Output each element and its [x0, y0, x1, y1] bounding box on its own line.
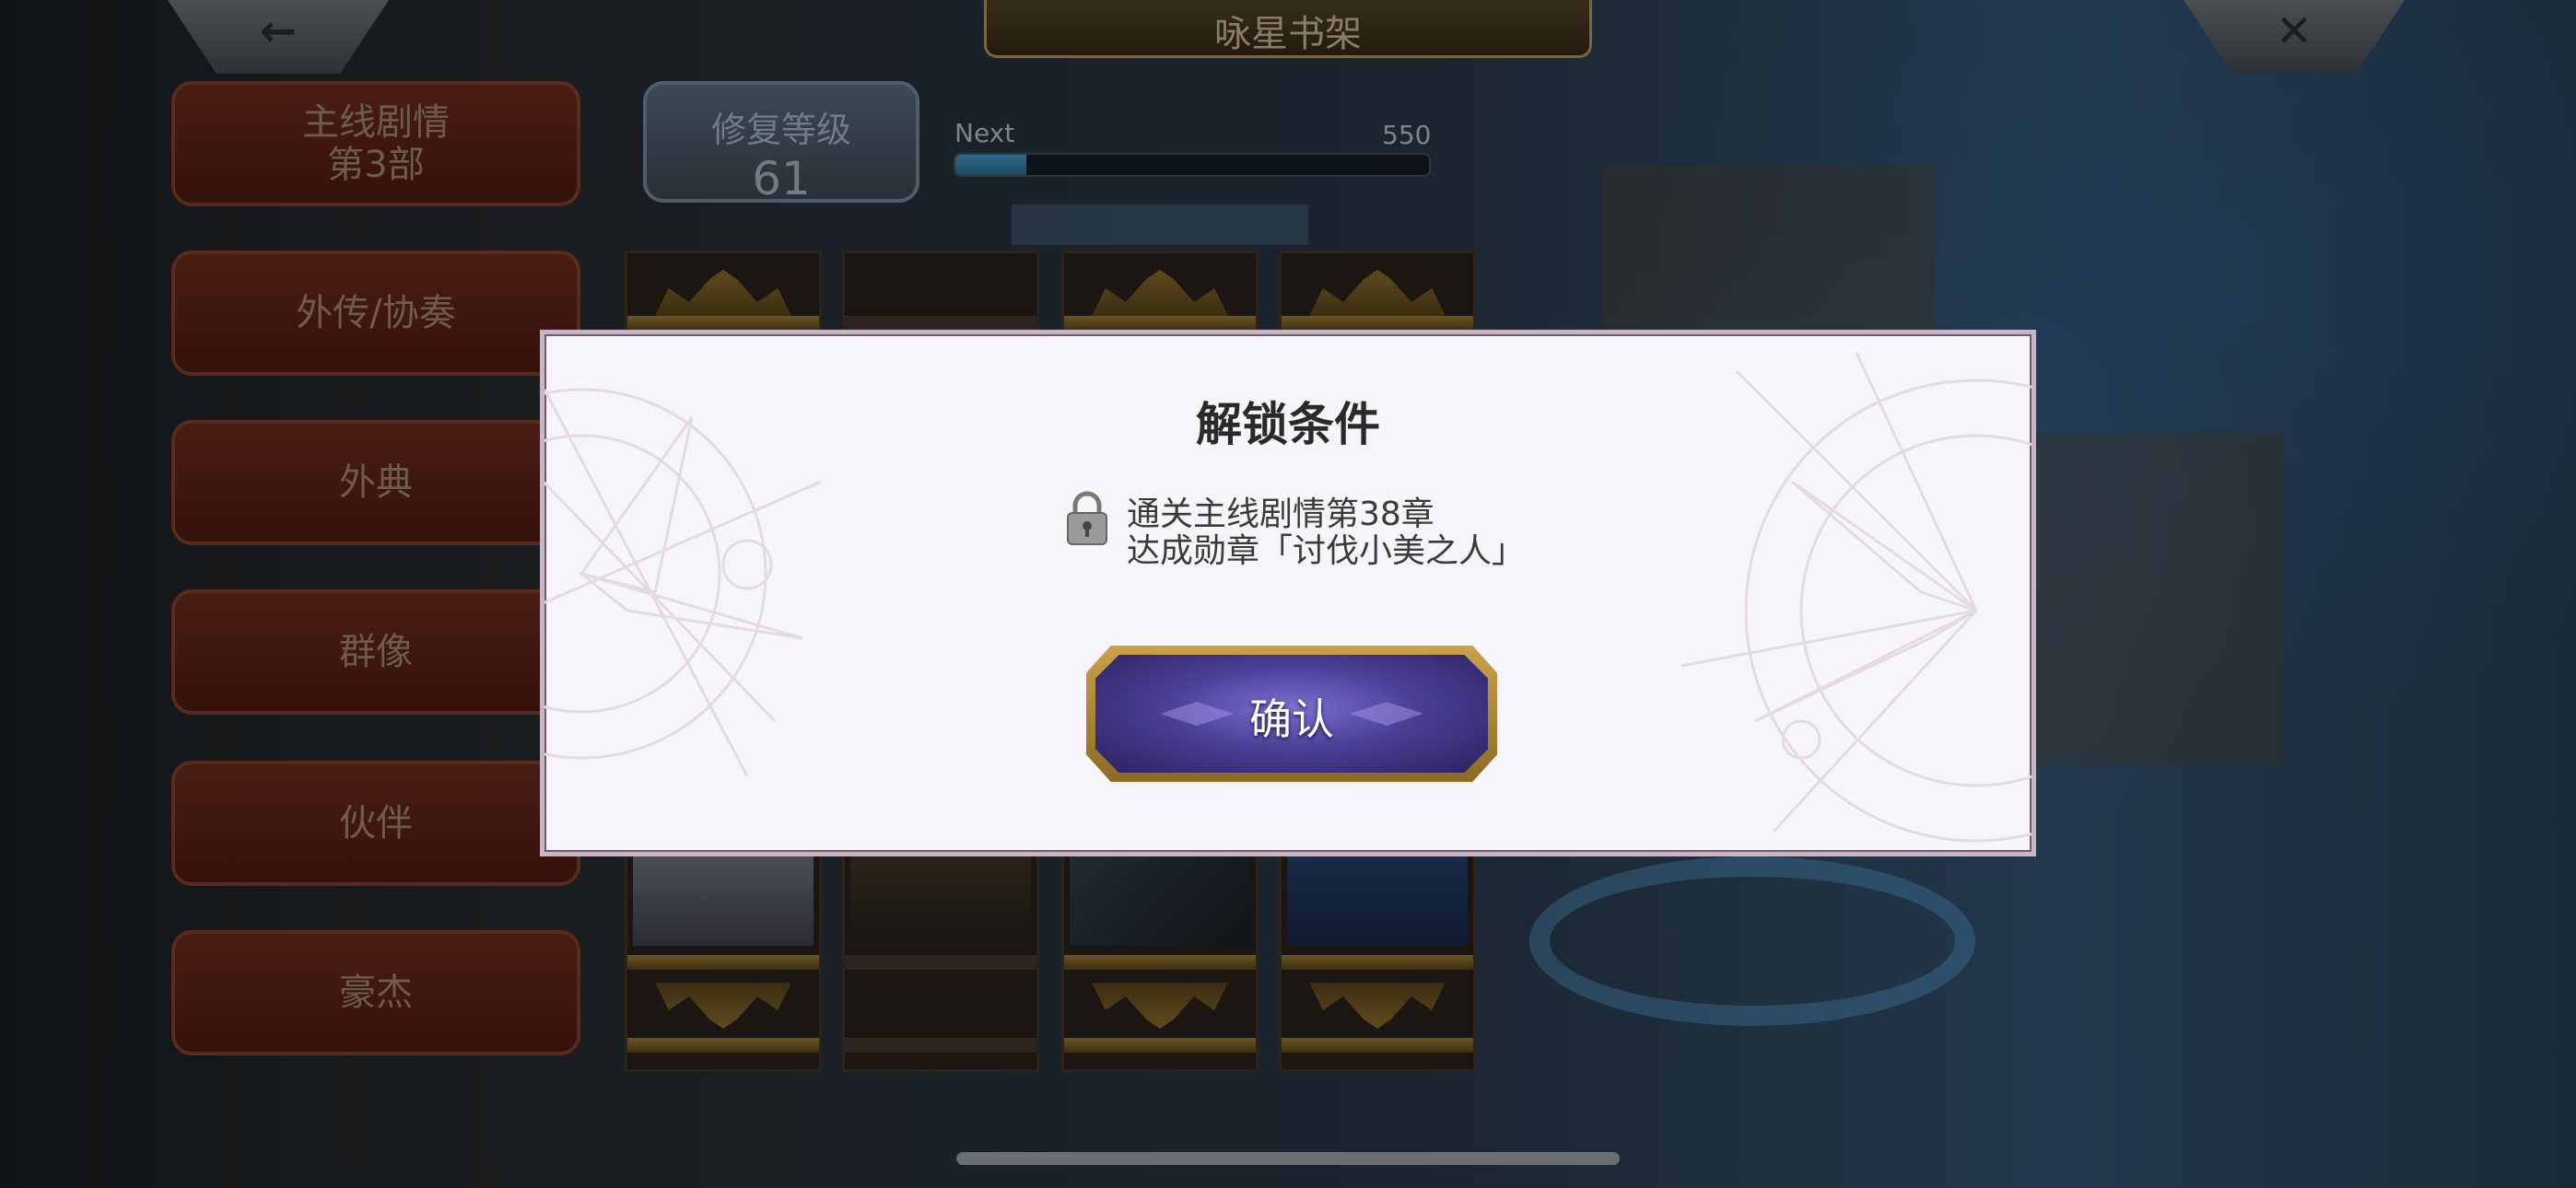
gold-ornament	[1309, 983, 1446, 1029]
unlock-condition-2: 达成勋章「讨伐小美之人」	[1127, 532, 1526, 570]
gold-band	[1282, 316, 1473, 331]
gold-ornament	[655, 983, 791, 1029]
gold-crown-ornament	[655, 270, 791, 316]
repair-level-value: 61	[752, 152, 811, 205]
book-cover-art	[633, 854, 814, 946]
unlock-conditions-dialog: 解锁条件 通关主线剧情第38章 达成勋章「讨伐小美之人」 确认	[540, 330, 2036, 856]
gold-ornament	[1092, 983, 1228, 1029]
repair-progress-bar	[954, 153, 1431, 177]
repair-progress-fill	[955, 155, 1027, 175]
book-cover-art	[1070, 854, 1250, 946]
page-title: 咏星书架	[1214, 13, 1362, 55]
home-indicator[interactable]	[956, 1152, 1620, 1165]
sidebar-item-hero[interactable]: 豪杰	[171, 930, 580, 1055]
book-slot[interactable]	[625, 851, 822, 1072]
sidebar-item-main-story[interactable]: 主线剧情 第3部	[171, 81, 580, 206]
progress-glow	[1012, 204, 1308, 245]
gold-crown-ornament	[1309, 270, 1446, 316]
book-slot[interactable]	[842, 250, 1039, 332]
sidebar-item-label: 豪杰	[339, 972, 413, 1014]
book-slot[interactable]	[1279, 851, 1476, 1072]
confirm-button-label: 确认	[1249, 694, 1334, 744]
sidebar-item-apocrypha[interactable]: 外典	[171, 420, 580, 545]
band	[845, 1038, 1036, 1053]
book-slot[interactable]	[1061, 250, 1259, 332]
book-slot[interactable]	[1279, 250, 1476, 332]
lock-icon	[1067, 491, 1107, 545]
sidebar-item-group[interactable]: 群像	[171, 589, 580, 715]
book-cover-art	[850, 854, 1031, 946]
repair-level-badge: 修复等级 61	[643, 81, 919, 205]
gold-band	[627, 316, 819, 331]
back-arrow-icon: ←	[259, 6, 298, 57]
gold-band	[627, 955, 819, 970]
sidebar-item-label: 外传/协奏	[296, 292, 456, 334]
title-plate: 咏星书架	[984, 0, 1592, 58]
gold-band	[1282, 955, 1473, 970]
gold-band	[1064, 1038, 1256, 1053]
gold-band	[627, 1038, 819, 1053]
book-slot[interactable]	[1061, 851, 1259, 1072]
sidebar-item-label: 主线剧情 第3部	[302, 101, 450, 186]
background-furniture	[2008, 433, 2285, 764]
sidebar-item-side-story[interactable]: 外传/协奏	[171, 250, 580, 376]
sidebar-item-label: 外典	[339, 461, 413, 504]
confirm-button[interactable]: 确认	[1086, 646, 1497, 782]
gold-crown-ornament	[1092, 270, 1228, 316]
sidebar-item-companion[interactable]: 伙伴	[171, 761, 580, 886]
next-value: 550	[1382, 120, 1432, 150]
band	[845, 955, 1036, 970]
unlock-condition-1: 通关主线剧情第38章	[1127, 495, 1434, 533]
sidebar-item-label: 群像	[339, 631, 413, 673]
book-slot[interactable]	[625, 250, 822, 332]
book-cover-art	[1287, 854, 1468, 946]
next-label: Next	[954, 118, 1015, 148]
sidebar-item-label: 伙伴	[339, 802, 413, 844]
repair-level-label: 修复等级	[710, 110, 851, 150]
background-glow	[1529, 856, 1975, 1026]
band	[845, 316, 1036, 331]
gold-band	[1064, 955, 1256, 970]
gold-band	[1282, 1038, 1473, 1053]
gold-band	[1064, 316, 1256, 331]
close-icon: ✕	[2275, 6, 2313, 57]
dialog-title: 解锁条件	[1196, 398, 1380, 451]
book-slot[interactable]	[842, 851, 1039, 1072]
